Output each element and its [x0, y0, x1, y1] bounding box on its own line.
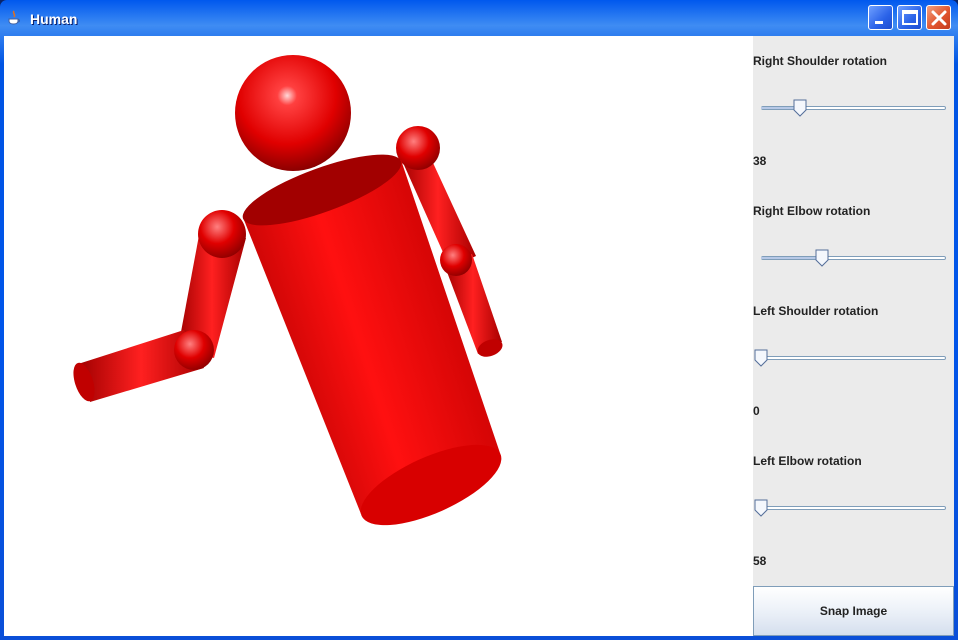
maximize-icon: [902, 10, 918, 25]
torso: [242, 154, 502, 526]
left-elbow-slider[interactable]: [754, 499, 946, 517]
slider-track: [761, 506, 946, 510]
left-shoulder-value: 0: [753, 404, 760, 418]
close-icon: [931, 10, 947, 26]
right-elbow-slider[interactable]: [761, 249, 946, 267]
slider-track: [761, 356, 946, 360]
title-bar[interactable]: Human: [0, 0, 958, 36]
app-window: Human Right Shoulder rotation 38 Right E…: [0, 0, 958, 640]
elbow-joint-right: [440, 244, 472, 276]
maximize-button[interactable]: [897, 5, 922, 30]
snap-image-button[interactable]: Snap Image: [753, 586, 954, 636]
human-figure: [73, 55, 503, 526]
shoulder-joint-left: [198, 210, 246, 258]
right-shoulder-value: 38: [753, 154, 767, 168]
close-button[interactable]: [926, 5, 951, 30]
elbow-joint-left: [174, 330, 214, 370]
right-elbow-label: Right Elbow rotation: [753, 204, 871, 218]
right-shoulder-slider[interactable]: [761, 99, 946, 117]
window-title: Human: [30, 11, 78, 27]
slider-thumb-icon[interactable]: [793, 99, 807, 117]
shoulder-joint-right: [396, 126, 440, 170]
minimize-icon: [875, 21, 883, 24]
left-shoulder-slider[interactable]: [754, 349, 946, 367]
head: [235, 55, 351, 171]
left-shoulder-label: Left Shoulder rotation: [753, 304, 879, 318]
slider-thumb-icon[interactable]: [815, 249, 829, 267]
3d-viewport[interactable]: [4, 36, 753, 636]
left-elbow-value: 58: [753, 554, 767, 568]
slider-thumb-icon[interactable]: [754, 349, 768, 367]
left-elbow-label: Left Elbow rotation: [753, 454, 862, 468]
control-panel: Right Shoulder rotation 38 Right Elbow r…: [753, 36, 954, 636]
slider-thumb-icon[interactable]: [754, 499, 768, 517]
slider-fill: [761, 257, 822, 259]
right-shoulder-label: Right Shoulder rotation: [753, 54, 887, 68]
client-area: Right Shoulder rotation 38 Right Elbow r…: [4, 36, 954, 636]
minimize-button[interactable]: [868, 5, 893, 30]
java-cup-icon: [8, 10, 20, 25]
